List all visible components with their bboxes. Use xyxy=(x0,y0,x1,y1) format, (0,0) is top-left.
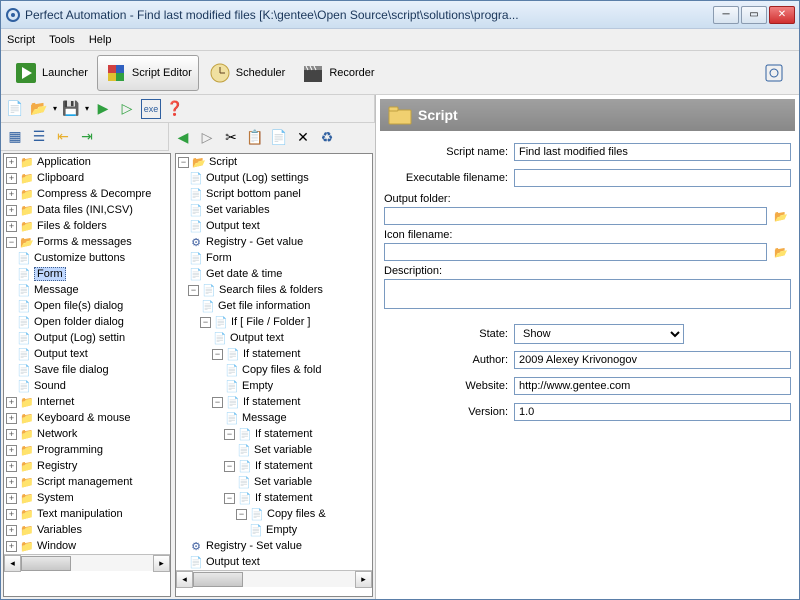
content-area: 📄 📂 ▾ 💾 ▾ ▶ ▷ exe ❓ ▦ ☰ ⇤ ⇥ xyxy=(1,95,799,599)
cut-icon[interactable]: ✂ xyxy=(221,127,241,147)
help-icon[interactable]: ❓ xyxy=(165,99,185,119)
save-icon[interactable]: 💾 xyxy=(61,99,81,119)
settings-button[interactable] xyxy=(755,55,793,91)
app-window: Perfect Automation - Find last modified … xyxy=(0,0,800,600)
author-input[interactable] xyxy=(514,351,791,369)
label-author: Author: xyxy=(384,354,514,366)
minimize-button[interactable]: ─ xyxy=(713,6,739,24)
back-icon[interactable]: ◀ xyxy=(173,127,193,147)
browse-icon-icon[interactable]: 📂 xyxy=(771,243,791,261)
run-icon[interactable]: ▶ xyxy=(93,99,113,119)
script-tree[interactable]: −📂Script 📄Output (Log) settings 📄Script … xyxy=(175,153,373,597)
launcher-tab[interactable]: Launcher xyxy=(7,55,95,91)
list-icon[interactable]: ☰ xyxy=(29,127,49,147)
expand-icon[interactable]: ⇥ xyxy=(77,127,97,147)
exec-filename-input[interactable] xyxy=(514,169,791,187)
panel-header: Script xyxy=(380,99,795,131)
commands-toolbar: 📄 📂 ▾ 💾 ▾ ▶ ▷ exe ❓ xyxy=(1,95,375,123)
version-input[interactable] xyxy=(514,403,791,421)
main-toolbar: Launcher Script Editor Scheduler Recorde… xyxy=(1,51,799,95)
label-icon-filename: Icon filename: xyxy=(384,229,791,241)
forward-icon[interactable]: ▷ xyxy=(197,127,217,147)
new-icon[interactable]: 📄 xyxy=(5,99,25,119)
app-icon xyxy=(5,7,21,23)
titlebar[interactable]: Perfect Automation - Find last modified … xyxy=(1,1,799,29)
label-description: Description: xyxy=(384,265,791,277)
script-editor-tab[interactable]: Script Editor xyxy=(97,55,199,91)
window-controls: ─ ▭ ✕ xyxy=(713,6,795,24)
maximize-button[interactable]: ▭ xyxy=(741,6,767,24)
cube-icon xyxy=(104,61,128,85)
label-version: Version: xyxy=(384,406,514,418)
open-icon[interactable]: 📂 xyxy=(29,99,49,119)
play-icon xyxy=(14,61,38,85)
tree-toolbar-left: ▦ ☰ ⇤ ⇥ xyxy=(1,123,169,151)
panel-title: Script xyxy=(418,107,458,123)
left-pane: 📄 📂 ▾ 💾 ▾ ▶ ▷ exe ❓ ▦ ☰ ⇤ ⇥ xyxy=(1,95,376,599)
folder-icon xyxy=(388,105,412,125)
label-website: Website: xyxy=(384,380,514,392)
gear-icon xyxy=(762,61,786,85)
label-script-name: Script name: xyxy=(384,146,514,158)
tree-item-form[interactable]: 📄Form xyxy=(4,266,170,282)
tree-toolbar-right: ◀ ▷ ✂ 📋 📄 ✕ ♻ xyxy=(169,123,341,151)
menu-tools[interactable]: Tools xyxy=(49,34,75,46)
description-input[interactable] xyxy=(384,279,791,309)
script-name-input[interactable] xyxy=(514,143,791,161)
menu-script[interactable]: Script xyxy=(7,34,35,46)
delete-icon[interactable]: ✕ xyxy=(293,127,313,147)
menubar: Script Tools Help xyxy=(1,29,799,51)
browse-folder-icon[interactable]: 📂 xyxy=(771,207,791,225)
commands-tree[interactable]: +📁Application +📁Clipboard +📁Compress & D… xyxy=(3,153,171,597)
copy-icon[interactable]: 📋 xyxy=(245,127,265,147)
recorder-tab[interactable]: Recorder xyxy=(294,55,381,91)
output-folder-input[interactable] xyxy=(384,207,767,225)
label-state: State: xyxy=(384,328,514,340)
properties-pane: Script Script name: Executable filename:… xyxy=(376,95,799,599)
window-title: Perfect Automation - Find last modified … xyxy=(25,8,713,22)
grid-icon[interactable]: ▦ xyxy=(5,127,25,147)
label-exec-filename: Executable filename: xyxy=(384,172,514,184)
trees-container: +📁Application +📁Clipboard +📁Compress & D… xyxy=(1,151,375,599)
menu-help[interactable]: Help xyxy=(89,34,112,46)
clock-icon xyxy=(208,61,232,85)
website-input[interactable] xyxy=(514,377,791,395)
paste-icon[interactable]: 📄 xyxy=(269,127,289,147)
play-icon[interactable]: ▷ xyxy=(117,99,137,119)
label-output-folder: Output folder: xyxy=(384,193,791,205)
collapse-icon[interactable]: ⇤ xyxy=(53,127,73,147)
refresh-icon[interactable]: ♻ xyxy=(317,127,337,147)
clapper-icon xyxy=(301,61,325,85)
close-button[interactable]: ✕ xyxy=(769,6,795,24)
exe-icon[interactable]: exe xyxy=(141,99,161,119)
icon-filename-input[interactable] xyxy=(384,243,767,261)
scheduler-tab[interactable]: Scheduler xyxy=(201,55,293,91)
state-select[interactable]: Show xyxy=(514,324,684,344)
